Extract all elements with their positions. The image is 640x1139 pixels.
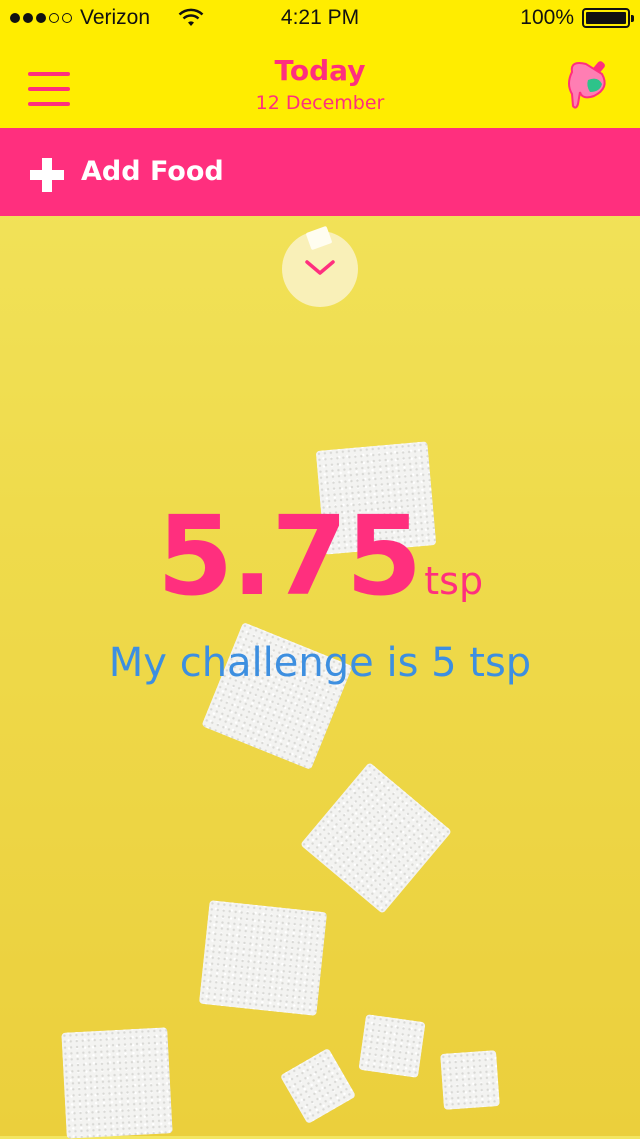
page-title: Today (274, 54, 366, 87)
toggle-tab (305, 225, 333, 251)
battery-percent: 100% (520, 6, 574, 29)
sugar-cube (279, 1047, 357, 1125)
sugar-cube (61, 1027, 173, 1139)
chevron-down-icon (305, 260, 335, 275)
status-bar-right: 100% (520, 6, 634, 30)
sugar-cube (198, 900, 328, 1016)
expand-toggle-button[interactable] (282, 225, 358, 307)
add-food-label[interactable]: Add Food (81, 156, 224, 187)
sugar-cube (440, 1050, 500, 1110)
challenge-text: My challenge is 5 tsp (108, 640, 532, 686)
page-date: 12 December (255, 92, 385, 114)
sugar-cube (299, 761, 453, 915)
sugar-amount: 5.75 (156, 492, 422, 620)
battery-icon (582, 8, 634, 28)
popsicle-icon[interactable] (564, 58, 618, 114)
sugar-unit: tsp (424, 559, 484, 603)
plus-icon[interactable] (30, 158, 64, 192)
navigation-bar: Today 12 December (0, 40, 640, 128)
status-bar: Verizon 4:21 PM 100% (0, 0, 640, 40)
sugar-total: 5.75 tsp (0, 492, 640, 620)
sugar-cube (358, 1014, 426, 1078)
